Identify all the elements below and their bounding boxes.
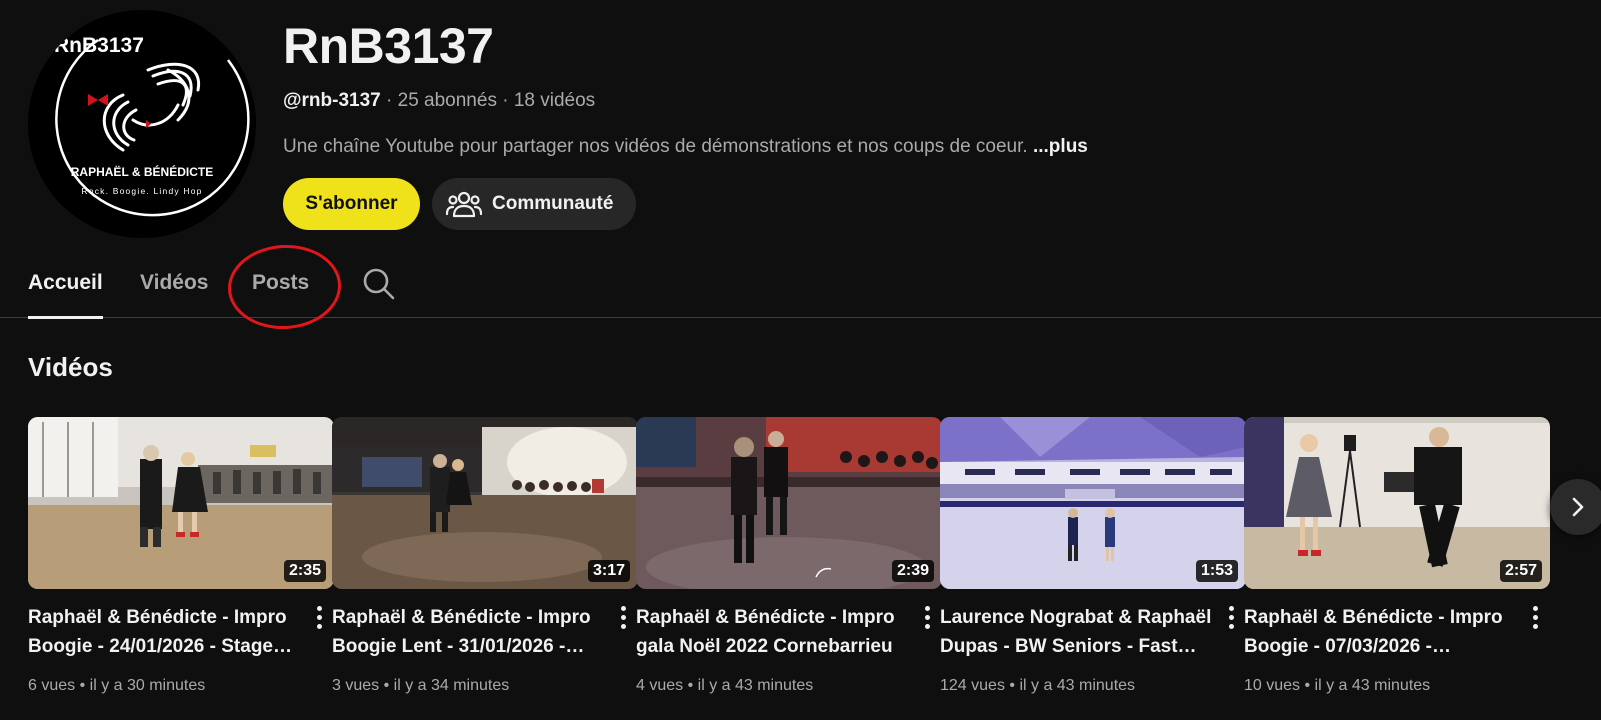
upload-age: il y a 43 minutes [697, 677, 814, 694]
kebab-menu-icon[interactable] [616, 603, 630, 631]
view-count: 4 vues [636, 677, 684, 694]
video-meta: 6 vues • il y a 30 minutes [28, 675, 205, 697]
channel-handle[interactable]: @rnb-3137 [283, 90, 381, 111]
view-count: 6 vues [28, 677, 76, 694]
meta-separator: • [683, 677, 698, 694]
video-thumbnail[interactable]: 2:35 [28, 417, 334, 589]
subscriber-count: 25 abonnés [397, 90, 497, 111]
community-label: Communauté [492, 193, 614, 214]
meta-separator: · [380, 90, 398, 111]
video-duration: 2:57 [1499, 560, 1542, 582]
video-meta: 4 vues • il y a 43 minutes [636, 675, 813, 697]
kebab-menu-icon[interactable] [312, 603, 326, 631]
community-icon [446, 191, 482, 218]
video-duration: 2:35 [283, 560, 326, 582]
video-title[interactable]: Raphaël & Bénédicte - Impro Boogie Lent … [332, 603, 608, 661]
subscribe-button[interactable]: S'abonner [283, 178, 420, 230]
logo-top-text: RnB3137 [54, 34, 144, 57]
meta-separator: • [1004, 677, 1020, 694]
video-card[interactable]: 2:57 Raphaël & Bénédicte - Impro Boogie … [1244, 417, 1550, 707]
video-title[interactable]: Raphaël & Bénédicte - Impro gala Noël 20… [636, 603, 912, 661]
kebab-menu-icon[interactable] [920, 603, 934, 631]
channel-title: RnB3137 [283, 18, 494, 74]
logo-names: RAPHAËL & BÉNÉDICTE [71, 164, 213, 179]
video-thumbnail[interactable]: 1:53 [940, 417, 1246, 589]
video-meta: 10 vues • il y a 43 minutes [1244, 675, 1430, 697]
tab-videos[interactable]: Vidéos [140, 250, 208, 318]
upload-age: il y a 43 minutes [1314, 677, 1431, 694]
video-card[interactable]: 3:17 Raphaël & Bénédicte - Impro Boogie … [332, 417, 638, 707]
video-count: 18 vidéos [513, 90, 596, 111]
channel-meta: @rnb-3137 · 25 abonnés · 18 vidéos [283, 88, 595, 114]
meta-separator: · [496, 90, 514, 111]
video-card[interactable]: 2:39 Raphaël & Bénédicte - Impro gala No… [636, 417, 942, 707]
video-thumbnail[interactable]: 2:39 [636, 417, 942, 589]
upload-age: il y a 43 minutes [1019, 677, 1136, 694]
description-text: Une chaîne Youtube pour partager nos vid… [283, 136, 1028, 157]
section-title: Vidéos [28, 352, 113, 382]
meta-separator: • [379, 677, 394, 694]
shelf-next-button[interactable] [1550, 479, 1601, 535]
video-meta: 3 vues • il y a 34 minutes [332, 675, 509, 697]
video-thumbnail[interactable]: 3:17 [332, 417, 638, 589]
kebab-menu-icon[interactable] [1224, 603, 1238, 631]
view-count: 124 vues [940, 677, 1005, 694]
video-thumbnail[interactable]: 2:57 [1244, 417, 1550, 589]
video-card[interactable]: 1:53 Laurence Nograbat & Raphaël Dupas -… [940, 417, 1246, 707]
meta-separator: • [1300, 677, 1315, 694]
upload-age: il y a 30 minutes [89, 677, 206, 694]
chevron-right-icon [1572, 497, 1584, 517]
view-count: 3 vues [332, 677, 380, 694]
video-shelf: 2:35 Raphaël & Bénédicte - Impro Boogie … [28, 417, 1578, 707]
upload-age: il y a 34 minutes [393, 677, 510, 694]
video-duration: 3:17 [587, 560, 630, 582]
video-meta: 124 vues • il y a 43 minutes [940, 675, 1135, 697]
video-title[interactable]: Raphaël & Bénédicte - Impro Boogie - 07/… [1244, 603, 1520, 661]
kebab-menu-icon[interactable] [1528, 603, 1542, 631]
video-card[interactable]: 2:35 Raphaël & Bénédicte - Impro Boogie … [28, 417, 334, 707]
logo-tagline: Rock. Boogie. Lindy Hop [81, 186, 202, 196]
video-title[interactable]: Laurence Nograbat & Raphaël Dupas - BW S… [940, 603, 1216, 661]
meta-separator: • [75, 677, 90, 694]
community-button[interactable]: Communauté [432, 178, 636, 230]
channel-description[interactable]: Une chaîne Youtube pour partager nos vid… [283, 134, 1088, 160]
more-link[interactable]: ...plus [1033, 136, 1088, 157]
channel-avatar: RnB3137 RAPHAËL & BÉNÉDICTE Rock. Boogie… [28, 10, 256, 238]
tab-home[interactable]: Accueil [28, 250, 103, 319]
video-title[interactable]: Raphaël & Bénédicte - Impro Boogie - 24/… [28, 603, 304, 661]
view-count: 10 vues [1244, 677, 1301, 694]
video-duration: 1:53 [1195, 560, 1238, 582]
search-icon[interactable] [362, 267, 396, 301]
channel-logo: RnB3137 RAPHAËL & BÉNÉDICTE Rock. Boogie… [28, 10, 256, 238]
video-duration: 2:39 [891, 560, 934, 582]
